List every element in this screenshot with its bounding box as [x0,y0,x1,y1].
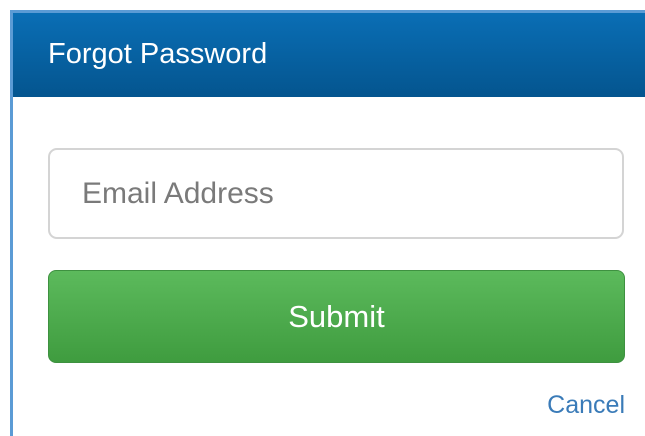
submit-button[interactable]: Submit [48,270,625,363]
modal-header: Forgot Password [13,13,645,97]
email-address-input[interactable] [48,148,624,239]
modal-title: Forgot Password [48,38,268,70]
forgot-password-modal: Forgot Password Submit Cancel [10,10,645,436]
cancel-link[interactable]: Cancel [547,390,625,420]
